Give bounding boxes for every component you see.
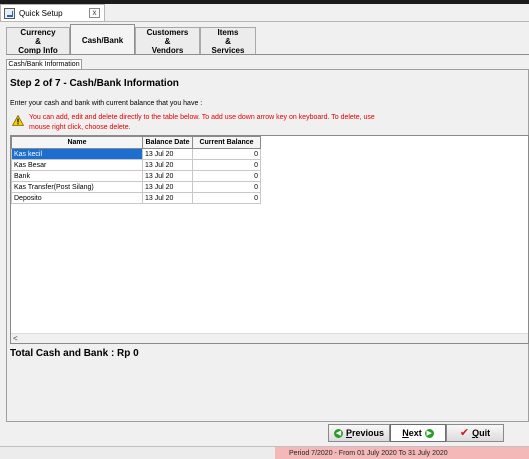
cell-name[interactable]: Kas Besar [11, 159, 143, 171]
column-header-name[interactable]: Name [11, 136, 143, 149]
tabs-divider [6, 54, 529, 55]
checkmark-icon: ✔ [459, 427, 470, 439]
cell-name[interactable]: Kas Transfer(Post Silang) [11, 181, 143, 193]
warning-text: You can add, edit and delete directly to… [29, 114, 375, 131]
column-header-balance-date[interactable]: Balance Date [142, 136, 193, 149]
cell-name[interactable]: Deposito [11, 192, 143, 204]
table-row[interactable]: Bank 13 Jul 20 0 [11, 170, 261, 182]
window-tab[interactable]: Quick Setup x [0, 4, 105, 21]
cell-balance-date[interactable]: 13 Jul 20 [142, 148, 193, 160]
instructions-text: Enter your cash and bank with current ba… [10, 100, 203, 107]
quit-button[interactable]: ✔ Quit [446, 424, 504, 442]
tab-items-services[interactable]: Items & Services [200, 27, 256, 55]
period-indicator: Period 7/2020 - From 01 July 2020 To 31 … [275, 447, 529, 459]
cell-name[interactable]: Bank [11, 170, 143, 182]
arrow-right-icon: ▶ [424, 428, 434, 438]
cell-current-balance[interactable]: 0 [192, 192, 261, 204]
status-bar: Period 7/2020 - From 01 July 2020 To 31 … [0, 446, 529, 459]
step-tabs: Currency & Comp Info Cash/Bank Customers… [6, 24, 256, 55]
cell-name[interactable]: Kas kecil [11, 148, 143, 160]
cell-balance-date[interactable]: 13 Jul 20 [142, 159, 193, 171]
tab-customers-vendors[interactable]: Customers & Vendors [135, 27, 200, 55]
window-title: Quick Setup [19, 8, 63, 18]
table-row[interactable]: Kas Transfer(Post Silang) 13 Jul 20 0 [11, 181, 261, 193]
cell-current-balance[interactable]: 0 [192, 181, 261, 193]
app-icon [4, 7, 15, 19]
cell-balance-date[interactable]: 13 Jul 20 [142, 181, 193, 193]
table-header-row: Name Balance Date Current Balance [11, 136, 261, 149]
scroll-left-icon[interactable]: < [13, 334, 18, 344]
warning-icon [12, 115, 24, 126]
next-label: Next [402, 428, 422, 438]
table-row[interactable]: Kas Besar 13 Jul 20 0 [11, 159, 261, 171]
previous-label: Previous [345, 428, 385, 438]
tab-cash-bank[interactable]: Cash/Bank [70, 24, 135, 55]
cash-bank-grid: Name Balance Date Current Balance Kas ke… [11, 136, 261, 204]
arrow-left-icon: ◀ [333, 428, 343, 438]
table-row[interactable]: Deposito 13 Jul 20 0 [11, 192, 261, 204]
cell-current-balance[interactable]: 0 [192, 148, 261, 160]
previous-button[interactable]: ◀ Previous [328, 424, 390, 442]
column-header-current-balance[interactable]: Current Balance [192, 136, 261, 149]
cell-current-balance[interactable]: 0 [192, 159, 261, 171]
cash-bank-table[interactable]: Name Balance Date Current Balance Kas ke… [10, 135, 529, 344]
close-button[interactable]: x [89, 8, 100, 18]
table-row[interactable]: Kas kecil 13 Jul 20 0 [11, 148, 261, 160]
quit-label: Quit [472, 428, 491, 438]
cell-current-balance[interactable]: 0 [192, 170, 261, 182]
step-title: Step 2 of 7 - Cash/Bank Information [10, 78, 179, 89]
next-button[interactable]: Next ▶ [390, 424, 446, 442]
horizontal-scrollbar[interactable]: < [11, 333, 528, 343]
cell-balance-date[interactable]: 13 Jul 20 [142, 192, 193, 204]
tab-currency-comp-info[interactable]: Currency & Comp Info [6, 27, 70, 55]
total-cash-bank: Total Cash and Bank : Rp 0 [10, 348, 139, 359]
cell-balance-date[interactable]: 13 Jul 20 [142, 170, 193, 182]
